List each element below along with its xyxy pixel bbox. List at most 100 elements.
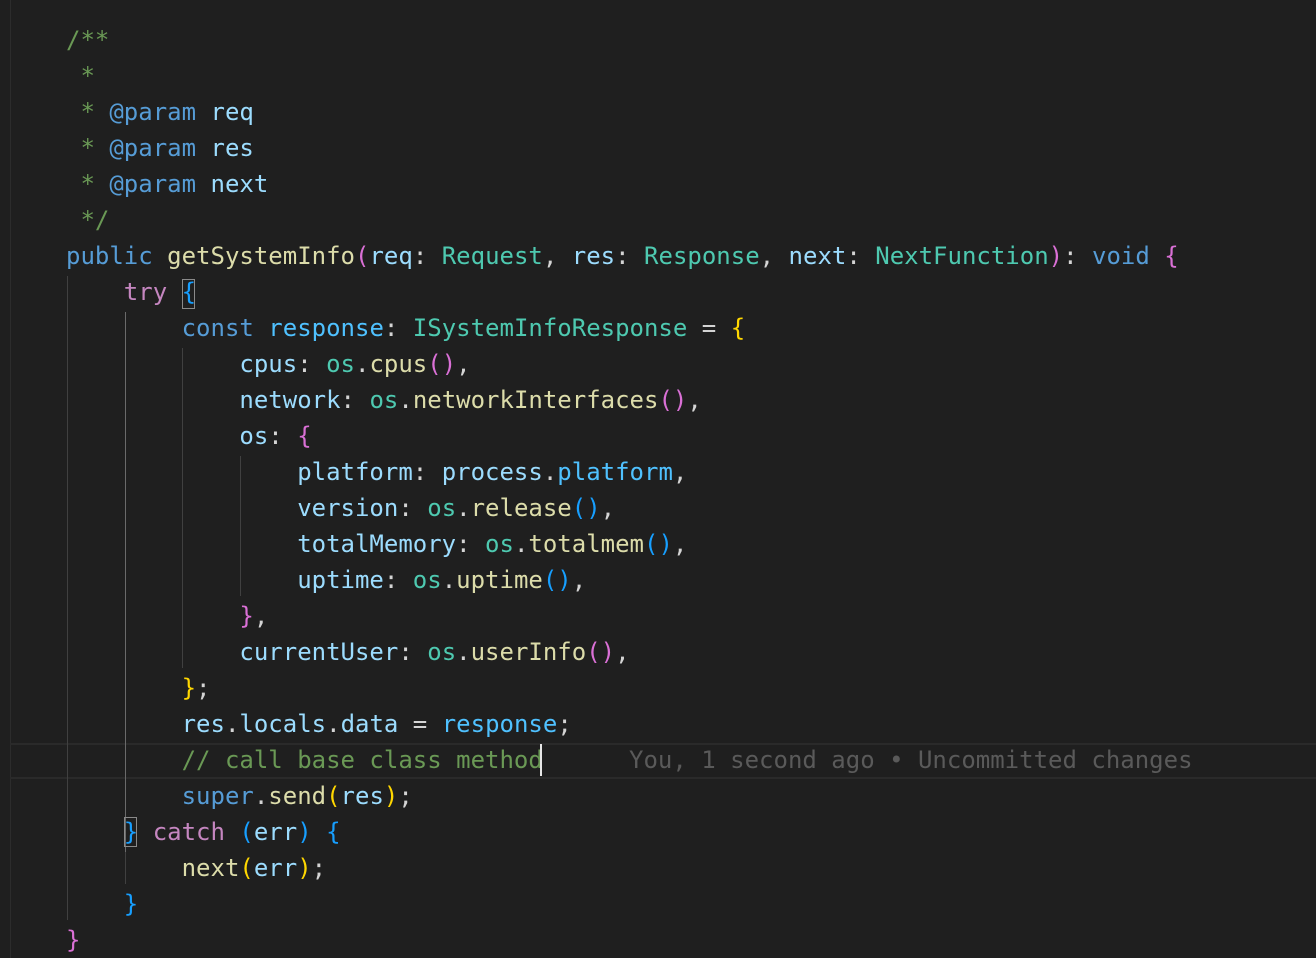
code-token: ( xyxy=(239,818,254,846)
code-token: currentUser xyxy=(239,638,399,666)
code-token: ; xyxy=(557,710,572,738)
code-token: networkInterfaces xyxy=(412,386,659,414)
code-token: : xyxy=(383,314,413,342)
code-token: , xyxy=(687,386,702,414)
code-token: @param xyxy=(109,98,197,126)
code-token: = xyxy=(687,314,731,342)
code-token: NextFunction xyxy=(875,242,1049,270)
code-line[interactable]: public getSystemInfo(req: Request, res: … xyxy=(66,238,1306,274)
code-line[interactable]: * @param req xyxy=(66,94,1306,130)
code-token: platform xyxy=(557,458,673,486)
code-line[interactable]: /** xyxy=(66,22,1306,58)
code-line[interactable]: try { xyxy=(66,274,1306,310)
code-token: ) xyxy=(383,782,399,810)
code-line[interactable]: totalMemory: os.totalmem(), xyxy=(66,526,1306,562)
code-token: req xyxy=(369,242,413,270)
code-area[interactable]: /** * * @param req * @param res * @param… xyxy=(66,22,1306,958)
code-token: : xyxy=(412,458,442,486)
code-line[interactable]: * @param res xyxy=(66,130,1306,166)
code-token: ; xyxy=(398,782,413,810)
code-token: . xyxy=(398,386,413,414)
code-line[interactable]: version: os.release(), xyxy=(66,490,1306,526)
code-line[interactable]: * xyxy=(66,58,1306,94)
code-line[interactable]: platform: process.platform, xyxy=(66,454,1306,490)
code-token: locals xyxy=(239,710,327,738)
code-token: Request xyxy=(441,242,543,270)
code-line[interactable]: next(err); xyxy=(66,850,1306,886)
code-token: () xyxy=(586,638,616,666)
code-token: catch xyxy=(152,818,225,846)
code-line[interactable]: network: os.networkInterfaces(), xyxy=(66,382,1306,418)
code-line[interactable]: const response: ISystemInfoResponse = { xyxy=(66,310,1306,346)
code-token: const xyxy=(181,314,254,342)
code-token: @param xyxy=(109,170,197,198)
code-token: () xyxy=(427,350,457,378)
code-token: () xyxy=(542,566,572,594)
code-token: os xyxy=(369,386,399,414)
code-line[interactable]: currentUser: os.userInfo(), xyxy=(66,634,1306,670)
code-token: : xyxy=(340,386,370,414)
code-token: try xyxy=(123,278,168,306)
code-line[interactable]: res.locals.data = response; xyxy=(66,706,1306,742)
code-token: : xyxy=(297,350,327,378)
code-token: process xyxy=(441,458,543,486)
code-token: public xyxy=(66,242,153,270)
code-token: ) xyxy=(297,854,312,882)
code-token: . xyxy=(441,566,457,594)
code-line[interactable]: } xyxy=(66,886,1306,922)
code-token: network xyxy=(239,386,341,414)
code-token: : xyxy=(412,242,442,270)
code-token: } xyxy=(239,602,254,630)
code-line[interactable]: super.send(res); xyxy=(66,778,1306,814)
code-token: } xyxy=(66,926,81,954)
code-line[interactable]: cpus: os.cpus(), xyxy=(66,346,1306,382)
code-line[interactable]: }, xyxy=(66,598,1306,634)
code-token: . xyxy=(456,494,471,522)
code-token: } xyxy=(123,890,139,918)
code-token: super xyxy=(181,782,254,810)
code-token: ( xyxy=(239,854,254,882)
code-token: next xyxy=(210,170,269,198)
code-token: : xyxy=(456,530,486,558)
code-line[interactable]: */ xyxy=(66,202,1306,238)
code-token: send xyxy=(268,782,327,810)
code-token: userInfo xyxy=(470,638,587,666)
code-token: ( xyxy=(355,242,370,270)
bracket-match-close xyxy=(124,817,137,847)
code-line[interactable]: os: { xyxy=(66,418,1306,454)
git-blame-annotation: You, 1 second ago • Uncommitted changes xyxy=(629,746,1193,774)
code-token: . xyxy=(326,710,341,738)
code-token: { xyxy=(326,818,341,846)
code-line[interactable]: uptime: os.uptime(), xyxy=(66,562,1306,598)
code-editor[interactable]: /** * * @param req * @param res * @param… xyxy=(0,0,1316,958)
code-token: err xyxy=(253,818,298,846)
code-token: cpus xyxy=(239,350,298,378)
code-line[interactable]: } catch (err) { xyxy=(66,814,1306,850)
code-token: ISystemInfoResponse xyxy=(412,314,688,342)
code-line[interactable]: * @param next xyxy=(66,166,1306,202)
code-line[interactable]: } xyxy=(66,922,1306,958)
code-token: totalMemory xyxy=(297,530,457,558)
code-line[interactable]: }; xyxy=(66,670,1306,706)
code-token: void xyxy=(1092,242,1150,270)
code-token: , xyxy=(600,494,616,522)
code-token: : xyxy=(1063,242,1092,270)
code-token: , xyxy=(542,242,572,270)
code-token: () xyxy=(658,386,688,414)
code-token: uptime xyxy=(297,566,384,594)
code-token: ) xyxy=(297,818,312,846)
text-cursor xyxy=(540,744,542,776)
